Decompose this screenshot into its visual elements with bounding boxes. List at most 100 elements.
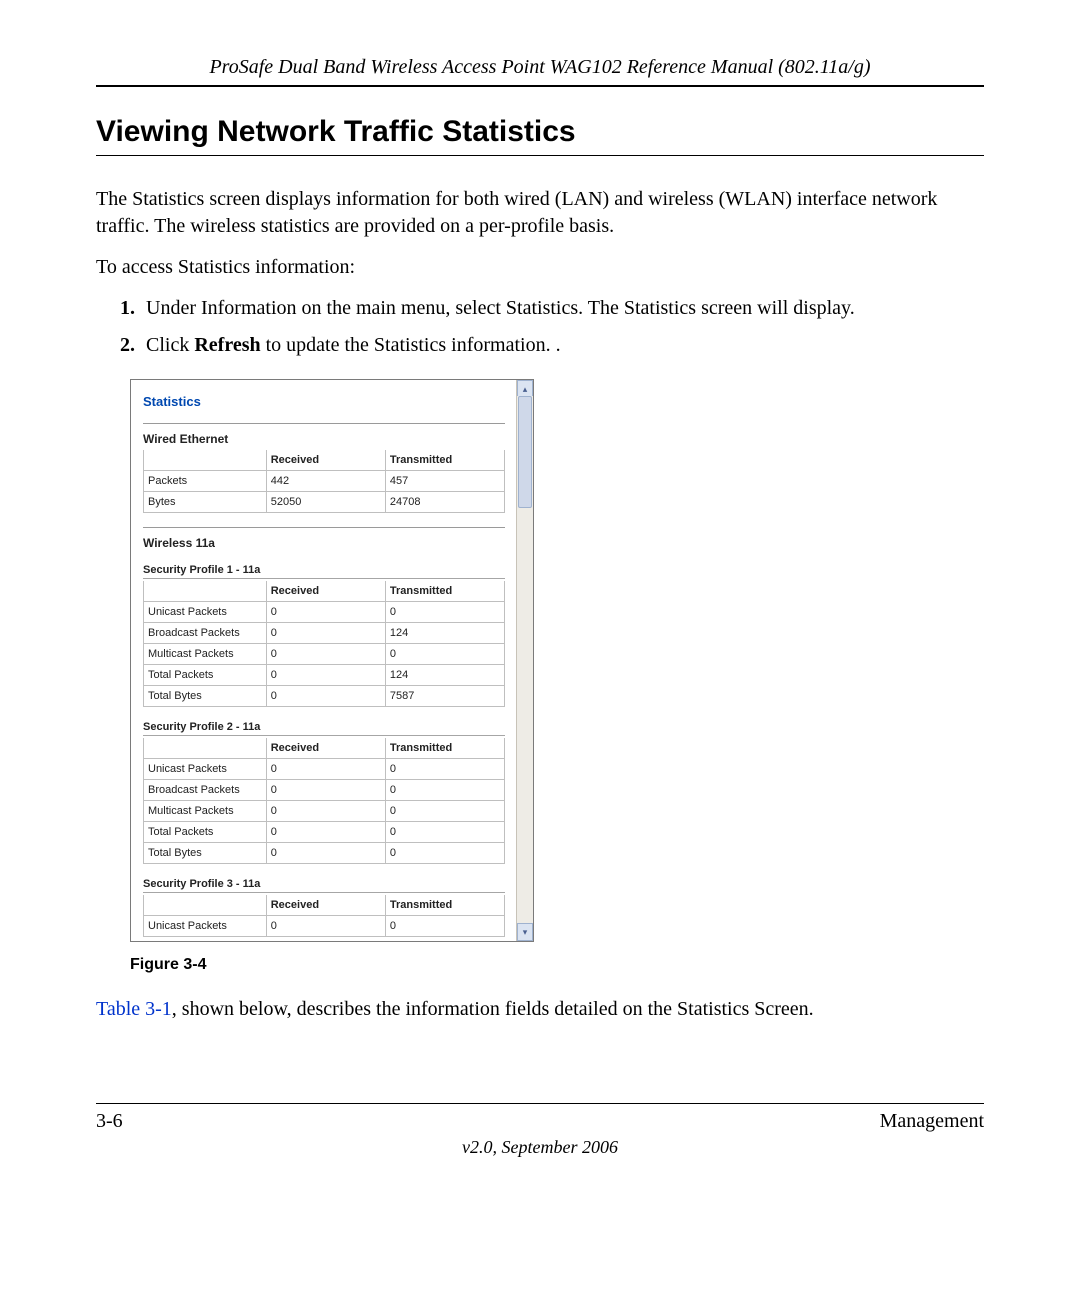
- row-rx: 0: [266, 665, 385, 686]
- row-label: Multicast Packets: [144, 644, 267, 665]
- footer-rule: [96, 1103, 984, 1104]
- table-reference-rest: , shown below, describes the information…: [172, 998, 814, 1020]
- statistics-screenshot: ▴ ▾ Statistics Wired Ethernet Received T…: [130, 379, 534, 942]
- page-footer: 3-6 Management v2.0, September 2006: [96, 1103, 984, 1158]
- table-header-row: Received Transmitted: [144, 895, 505, 916]
- table-reference-paragraph: Table 3-1, shown below, describes the in…: [96, 996, 984, 1023]
- row-tx: 124: [385, 623, 504, 644]
- profile-1-heading: Security Profile 1 - 11a: [143, 564, 505, 579]
- lead-in-paragraph: To access Statistics information:: [96, 254, 984, 281]
- table-row: Bytes 52050 24708: [144, 492, 505, 513]
- scroll-thumb[interactable]: [518, 396, 532, 508]
- row-label: Broadcast Packets: [144, 780, 267, 801]
- table-header-row: Received Transmitted: [144, 738, 505, 759]
- step-2-bold: Refresh: [194, 334, 260, 356]
- row-tx: 7587: [385, 686, 504, 707]
- steps-list: Under Information on the main menu, sele…: [96, 295, 984, 359]
- profile-3-table: Received Transmitted Unicast Packets00: [143, 895, 505, 937]
- running-head: ProSafe Dual Band Wireless Access Point …: [96, 56, 984, 79]
- scroll-down-button[interactable]: ▾: [517, 923, 533, 941]
- footer-page-number: 3-6: [96, 1110, 123, 1133]
- row-rx: 0: [266, 822, 385, 843]
- row-rx: 0: [266, 801, 385, 822]
- row-label: Total Packets: [144, 822, 267, 843]
- row-tx: 0: [385, 644, 504, 665]
- row-tx: 0: [385, 780, 504, 801]
- step-1: Under Information on the main menu, sele…: [140, 295, 984, 322]
- col-blank: [144, 450, 267, 471]
- footer-chapter: Management: [880, 1110, 984, 1133]
- row-label: Packets: [144, 471, 267, 492]
- profile-2-heading: Security Profile 2 - 11a: [143, 721, 505, 736]
- row-tx: 24708: [385, 492, 504, 513]
- table-header-row: Received Transmitted: [144, 581, 505, 602]
- row-tx: 0: [385, 759, 504, 780]
- row-label: Unicast Packets: [144, 759, 267, 780]
- row-rx: 0: [266, 602, 385, 623]
- col-transmitted: Transmitted: [385, 450, 504, 471]
- table-row: Broadcast Packets0124: [144, 623, 505, 644]
- profile-3-heading: Security Profile 3 - 11a: [143, 878, 505, 893]
- table-row: Unicast Packets00: [144, 759, 505, 780]
- wired-ethernet-table: Received Transmitted Packets 442 457 Byt…: [143, 450, 505, 513]
- row-tx: 124: [385, 665, 504, 686]
- table-row: Total Bytes00: [144, 843, 505, 864]
- row-label: Total Packets: [144, 665, 267, 686]
- table-row: Packets 442 457: [144, 471, 505, 492]
- footer-version: v2.0, September 2006: [96, 1137, 984, 1158]
- intro-paragraph: The Statistics screen displays informati…: [96, 186, 984, 240]
- step-2-post: to update the Statistics information. .: [261, 334, 561, 356]
- col-received: Received: [266, 895, 385, 916]
- col-received: Received: [266, 581, 385, 602]
- section-rule: [96, 155, 984, 156]
- step-2: Click Refresh to update the Statistics i…: [140, 332, 984, 359]
- row-label: Unicast Packets: [144, 916, 267, 937]
- table-row: Multicast Packets00: [144, 801, 505, 822]
- row-rx: 0: [266, 686, 385, 707]
- row-label: Total Bytes: [144, 843, 267, 864]
- row-rx: 442: [266, 471, 385, 492]
- panel-title: Statistics: [143, 394, 505, 409]
- figure-3-4: ▴ ▾ Statistics Wired Ethernet Received T…: [130, 379, 984, 942]
- section-title: Viewing Network Traffic Statistics: [96, 115, 984, 149]
- col-received: Received: [266, 450, 385, 471]
- row-rx: 0: [266, 644, 385, 665]
- figure-caption: Figure 3-4: [130, 956, 984, 974]
- table-row: Total Bytes07587: [144, 686, 505, 707]
- scrollbar[interactable]: ▴ ▾: [516, 380, 533, 941]
- row-label: Bytes: [144, 492, 267, 513]
- table-3-1-link[interactable]: Table 3-1: [96, 998, 172, 1020]
- profile-2-table: Received Transmitted Unicast Packets00 B…: [143, 738, 505, 864]
- step-1-text: Under Information on the main menu, sele…: [146, 297, 855, 319]
- table-row: Unicast Packets00: [144, 602, 505, 623]
- row-tx: 0: [385, 822, 504, 843]
- row-label: Broadcast Packets: [144, 623, 267, 644]
- row-rx: 52050: [266, 492, 385, 513]
- row-label: Multicast Packets: [144, 801, 267, 822]
- row-rx: 0: [266, 916, 385, 937]
- table-row: Total Packets00: [144, 822, 505, 843]
- col-blank: [144, 581, 267, 602]
- col-transmitted: Transmitted: [385, 738, 504, 759]
- row-label: Unicast Packets: [144, 602, 267, 623]
- col-received: Received: [266, 738, 385, 759]
- col-transmitted: Transmitted: [385, 895, 504, 916]
- col-blank: [144, 895, 267, 916]
- row-rx: 0: [266, 780, 385, 801]
- row-tx: 0: [385, 916, 504, 937]
- col-transmitted: Transmitted: [385, 581, 504, 602]
- row-rx: 0: [266, 843, 385, 864]
- col-blank: [144, 738, 267, 759]
- profile-1-table: Received Transmitted Unicast Packets00 B…: [143, 581, 505, 707]
- table-row: Multicast Packets00: [144, 644, 505, 665]
- table-row: Broadcast Packets00: [144, 780, 505, 801]
- row-rx: 0: [266, 623, 385, 644]
- row-label: Total Bytes: [144, 686, 267, 707]
- step-2-pre: Click: [146, 334, 194, 356]
- row-tx: 457: [385, 471, 504, 492]
- wired-ethernet-heading: Wired Ethernet: [143, 423, 505, 446]
- row-rx: 0: [266, 759, 385, 780]
- row-tx: 0: [385, 602, 504, 623]
- row-tx: 0: [385, 843, 504, 864]
- row-tx: 0: [385, 801, 504, 822]
